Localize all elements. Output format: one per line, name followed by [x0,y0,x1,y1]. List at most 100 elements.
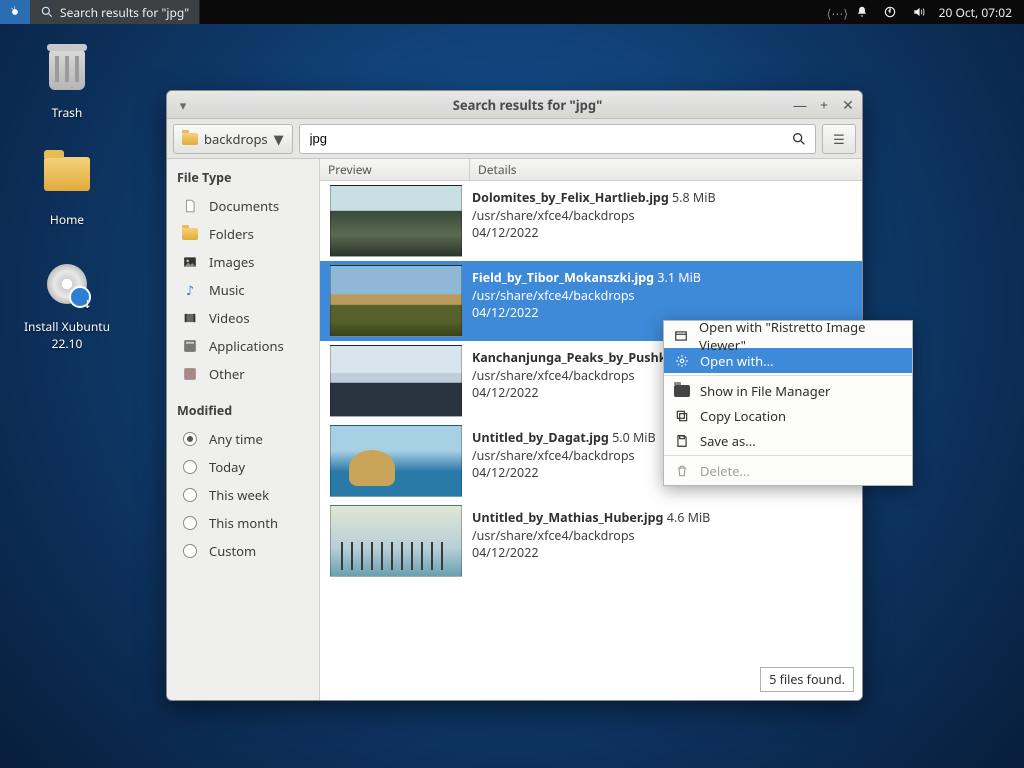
result-info: Untitled_by_Mathias_Huber.jpg 4.6 MiB/us… [470,501,862,581]
sidebar-heading-filetype: File Type [167,165,319,192]
result-row[interactable]: Untitled_by_Mathias_Huber.jpg 4.6 MiB/us… [320,501,862,581]
result-size: 5.8 MiB [669,189,716,206]
trash-icon [49,50,85,90]
result-date: 04/12/2022 [472,224,854,242]
result-row[interactable]: Dolomites_by_Felix_Hartlieb.jpg 5.8 MiB/… [320,181,862,261]
taskbar-item-label: Search results for "jpg" [60,4,189,21]
radio-icon [181,543,199,559]
sidebar-item-videos[interactable]: Videos [167,304,319,332]
ctx-delete: Delete... [664,458,912,483]
search-input[interactable] [308,130,791,147]
document-icon [181,198,199,214]
sidebar-item-folders[interactable]: Folders [167,220,319,248]
sidebar-item-documents[interactable]: Documents [167,192,319,220]
desktop-icon-label: Home [22,211,112,228]
sidebar-item-music[interactable]: ♪Music [167,276,319,304]
applications-menu-button[interactable] [0,0,30,24]
gear-icon [674,353,690,369]
sidebar-item-label: This week [209,486,269,504]
search-icon [791,131,807,147]
toolbar: backdrops ▼ ☰ [167,119,862,159]
desktop-icon-trash[interactable]: Trash [22,50,112,121]
sidebar-item-thisweek[interactable]: This week [167,481,319,509]
ctx-save-as[interactable]: Save as... [664,428,912,453]
radio-icon [181,487,199,503]
ctx-separator [664,375,912,376]
column-details[interactable]: Details [470,159,862,180]
result-path: /usr/share/xfce4/backdrops [472,527,854,545]
delete-icon [674,463,690,479]
sidebar-item-applications[interactable]: Applications [167,332,319,360]
ctx-copy-location[interactable]: Copy Location [664,403,912,428]
sidebar-item-other[interactable]: Other [167,360,319,388]
sidebar-heading-modified: Modified [167,398,319,425]
sidebar-item-label: Music [209,281,245,299]
sidebar-item-today[interactable]: Today [167,453,319,481]
ctx-label: Save as... [700,432,756,450]
sidebar-item-thismonth[interactable]: This month [167,509,319,537]
close-button[interactable]: ✕ [836,91,860,119]
context-menu: Open with "Ristretto Image Viewer" Open … [663,320,913,486]
copy-icon [674,408,690,424]
maximize-button[interactable]: + [812,91,836,119]
sidebar-item-images[interactable]: Images [167,248,319,276]
image-icon [181,254,199,270]
window-controls: — + ✕ [788,91,860,119]
status-bar: 5 files found. [760,667,854,692]
sidebar-item-label: Today [209,458,245,476]
power-icon[interactable] [883,5,897,19]
sidebar-item-custom[interactable]: Custom [167,537,319,565]
titlebar[interactable]: ▾ Search results for "jpg" — + ✕ [167,91,862,119]
clock[interactable]: 20 Oct, 07:02 [939,4,1012,21]
sidebar-item-anytime[interactable]: Any time [167,425,319,453]
panel-left: Search results for "jpg" [0,0,200,24]
volume-icon[interactable] [911,5,925,19]
result-size: 4.6 MiB [663,509,710,526]
location-label: backdrops [204,130,268,148]
result-path: /usr/share/xfce4/backdrops [472,207,854,225]
thumbnail [330,345,462,417]
sidebar-item-label: This month [209,514,278,532]
window-title: Search results for "jpg" [193,96,862,114]
folder-icon [182,133,198,145]
location-button[interactable]: backdrops ▼ [173,124,293,154]
result-info: Dolomites_by_Felix_Hartlieb.jpg 5.8 MiB/… [470,181,862,261]
notifications-icon[interactable] [855,5,869,19]
top-panel: Search results for "jpg" ⟨⋯⟩ 20 Oct, 07:… [0,0,1024,24]
ctx-label: Open with "Ristretto Image Viewer" [699,318,902,354]
window-menu-icon[interactable]: ▾ [173,96,193,114]
minimize-button[interactable]: — [788,91,812,119]
taskbar-item-search[interactable]: Search results for "jpg" [30,0,200,24]
column-headers: Preview Details [320,159,862,181]
thumbnail [330,425,462,497]
result-size: 5.0 MiB [609,429,656,446]
video-icon [181,310,199,326]
sidebar-item-label: Custom [209,542,256,560]
result-filename: Untitled_by_Dagat.jpg [472,429,609,446]
result-filename: Untitled_by_Mathias_Huber.jpg [472,509,663,526]
hamburger-menu-button[interactable]: ☰ [822,124,856,154]
thumbnail [330,185,462,257]
disc-icon [47,264,87,304]
search-field[interactable] [299,124,816,154]
desktop-icon-home[interactable]: Home [22,157,112,228]
desktop-icons: Trash Home ↓ Install Xubuntu 22.10 [22,46,132,388]
chevron-down-icon: ▼ [274,130,284,148]
column-preview[interactable]: Preview [320,159,470,180]
network-icon[interactable]: ⟨⋯⟩ [827,5,841,19]
sidebar-item-label: Applications [209,337,284,355]
desktop-icon-label: Trash [22,104,112,121]
sidebar: File Type Documents Folders Images ♪Musi… [167,159,320,700]
desktop-icon-install[interactable]: ↓ Install Xubuntu 22.10 [22,264,112,352]
sidebar-item-label: Videos [209,309,250,327]
result-date: 04/12/2022 [472,544,854,562]
ctx-label: Open with... [700,352,774,370]
ctx-show-in-fm[interactable]: Show in File Manager [664,378,912,403]
panel-tray: ⟨⋯⟩ 20 Oct, 07:02 [827,4,1024,21]
sidebar-item-label: Documents [209,197,279,215]
result-filename: Field_by_Tibor_Mokanszki.jpg [472,269,654,286]
ctx-open-default[interactable]: Open with "Ristretto Image Viewer" [664,323,912,348]
applications-icon [181,338,199,354]
radio-icon [181,515,199,531]
ctx-label: Delete... [700,462,750,480]
